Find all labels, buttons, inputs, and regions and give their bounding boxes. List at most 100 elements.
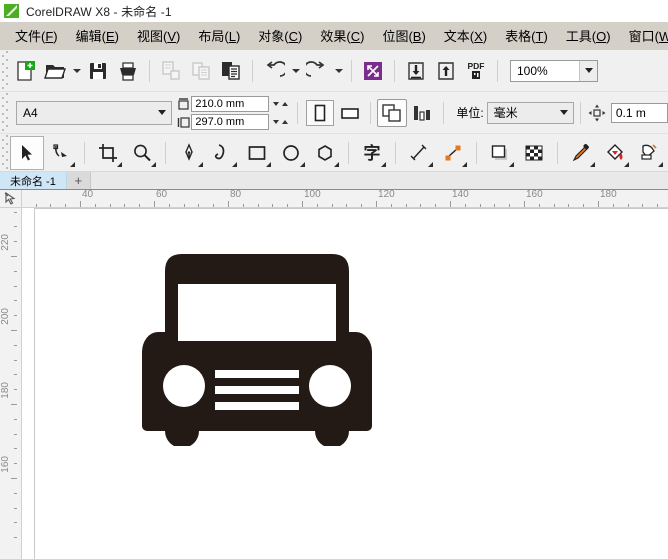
new-document-tab-button[interactable]: + [67,172,91,189]
shadow-tool[interactable] [483,136,517,170]
ellipse-tool[interactable] [274,136,308,170]
import-button[interactable] [401,56,431,86]
flyout-arrow-icon[interactable] [266,162,271,167]
property-bar-gripper[interactable] [0,92,10,133]
menu-item-window[interactable]: 窗口(W) [620,26,668,47]
rulers-toggle-button[interactable] [407,99,437,127]
menu-accesskey: T [536,29,544,44]
menu-item-table[interactable]: 表格(T) [496,26,557,47]
units-value: 毫米 [488,104,555,121]
crop-tool[interactable] [91,136,125,170]
flyout-arrow-icon[interactable] [70,162,75,167]
menu-item-layout[interactable]: 布局(L) [189,26,249,47]
flyout-arrow-icon[interactable] [232,162,237,167]
connector-tool[interactable] [436,136,470,170]
page-height-field[interactable]: 297.0 mm [191,114,269,130]
zoom-level-combo[interactable]: 100% [510,60,598,82]
menu-item-edit[interactable]: 编辑(E) [67,26,128,47]
bus-front-vector[interactable] [132,246,382,451]
print-button[interactable] [113,56,143,86]
ruler-tick-minor [50,204,51,207]
zoom-to-fit-button[interactable] [358,56,388,86]
page-height-spinner[interactable] [269,114,291,130]
flyout-arrow-icon[interactable] [590,162,595,167]
chevron-down-icon[interactable] [579,61,597,81]
menu-item-tools[interactable]: 工具(O) [557,26,620,47]
ruler-tick-minor [14,522,17,523]
vertical-ruler[interactable]: 220200180160 [0,208,22,559]
flyout-arrow-icon[interactable] [198,162,203,167]
undo-button[interactable] [259,56,289,86]
pen-tool[interactable] [172,136,206,170]
polygon-tool[interactable] [308,136,342,170]
drawing-canvas[interactable] [22,208,668,559]
text-tool[interactable]: 字 [355,136,389,170]
open-document-dropdown[interactable] [70,56,83,86]
toolbox-gripper[interactable] [0,134,10,171]
rectangle-tool[interactable] [240,136,274,170]
flyout-arrow-icon[interactable] [300,162,305,167]
menu-item-object[interactable]: 对象(C) [249,26,311,47]
menu-item-bitmap[interactable]: 位图(B) [373,26,434,47]
flyout-arrow-icon[interactable] [381,162,386,167]
page-width-spinner[interactable] [269,96,291,112]
undo-dropdown[interactable] [289,56,302,86]
units-combo[interactable]: 毫米 [487,102,574,124]
publish-pdf-button[interactable]: PDF [461,56,491,86]
flyout-arrow-icon[interactable] [151,162,156,167]
ruler-tick-minor [317,204,318,207]
landscape-orientation-button[interactable] [336,100,364,126]
pick-tool[interactable] [10,136,44,170]
open-document-button[interactable] [40,56,70,86]
redo-button[interactable] [302,56,332,86]
ruler-tick-minor [139,204,140,207]
cut-button[interactable] [156,56,186,86]
ruler-origin-icon[interactable] [0,190,22,208]
toolbar-gripper[interactable] [0,50,10,91]
new-document-button[interactable] [10,56,40,86]
ruler-tick-minor [14,360,17,361]
ruler-tick-minor [184,204,185,207]
chevron-down-icon[interactable] [153,102,171,124]
flyout-arrow-icon[interactable] [428,162,433,167]
ruler-tick-major [80,201,81,207]
freehand-tool[interactable] [206,136,240,170]
menu-item-file[interactable]: 文件(F) [6,26,67,47]
horizontal-ruler[interactable]: 406080100120140160180 [22,190,668,208]
flyout-arrow-icon[interactable] [334,162,339,167]
portrait-orientation-button[interactable] [306,100,334,126]
ruler-tick-major [598,201,599,207]
horizontal-ruler-row: 406080100120140160180 [0,190,668,208]
redo-dropdown[interactable] [332,56,345,86]
zoom-tool[interactable] [125,136,159,170]
menu-item-effects[interactable]: 效果(C) [311,26,373,47]
page-size-combo[interactable]: A4 [16,101,172,125]
page-height-icon [176,115,191,129]
transparency-tool[interactable] [517,136,551,170]
flyout-arrow-icon[interactable] [658,162,663,167]
page-layout-button[interactable] [377,99,407,127]
flyout-arrow-icon[interactable] [462,162,467,167]
ruler-label: 160 [0,456,11,473]
paste-button[interactable] [216,56,246,86]
save-document-button[interactable] [83,56,113,86]
color-eyedropper-tool[interactable] [564,136,598,170]
menu-item-text[interactable]: 文本(X) [435,26,496,47]
flyout-arrow-icon[interactable] [624,162,629,167]
menu-item-view[interactable]: 视图(V) [128,26,189,47]
nudge-offset-field[interactable]: 0.1 m [611,103,668,123]
interactive-fill-tool[interactable] [632,136,666,170]
shape-tool[interactable] [44,136,78,170]
menu-label: 效果( [320,29,350,44]
flyout-arrow-icon[interactable] [117,162,122,167]
units-label: 单位: [456,104,483,121]
fill-tool[interactable] [598,136,632,170]
flyout-arrow-icon[interactable] [509,162,514,167]
page-width-field[interactable]: 210.0 mm [191,96,269,112]
zoom-level-value: 100% [511,64,579,78]
document-tab-untitled-1[interactable]: 未命名 -1 [0,172,67,189]
export-button[interactable] [431,56,461,86]
copy-button[interactable] [186,56,216,86]
chevron-down-icon[interactable] [555,103,573,123]
dimension-tool[interactable] [402,136,436,170]
